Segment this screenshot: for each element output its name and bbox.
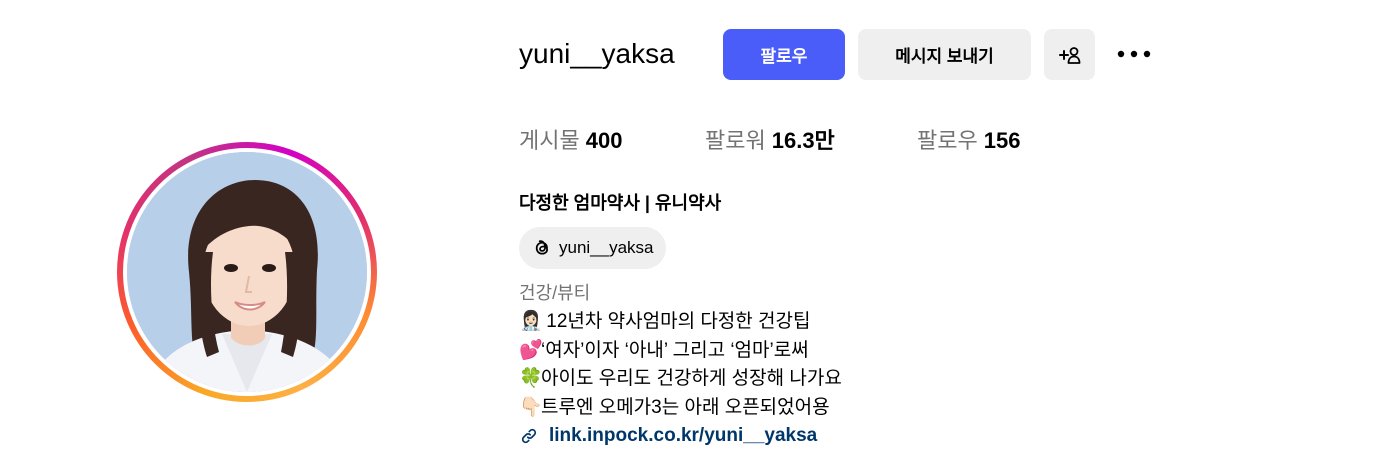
profile-username: yuni__yaksa [519, 38, 675, 69]
follow-button[interactable]: 팔로우 [723, 29, 845, 80]
four-leaf-clover-emoji: 🍀 [519, 368, 543, 389]
more-horizontal-icon [1117, 50, 1151, 58]
bio-line: 🍀아이도 우리도 건강하게 성장해 나가요 [519, 366, 842, 392]
profile-avatar-story-ring[interactable] [117, 142, 377, 402]
followers-count[interactable]: 팔로워 16.3만 [705, 126, 835, 156]
bio-line: 👩🏻‍⚕️ 12년차 약사엄마의 다정한 건강팁 [519, 309, 811, 335]
avatar-ring-gap [123, 148, 371, 396]
more-options-button[interactable] [1112, 39, 1156, 69]
following-value: 156 [983, 128, 1021, 153]
avatar[interactable] [127, 152, 367, 392]
avatar-portrait-image [127, 152, 367, 392]
posts-label: 게시물 [519, 128, 580, 153]
following-label: 팔로우 [917, 128, 978, 153]
suggested-accounts-button[interactable] [1044, 29, 1095, 80]
followers-value: 16.3만 [771, 128, 835, 153]
pointing-down-emoji: 👇🏻 [519, 397, 543, 418]
bio-line-text: 트루엔 오메가3는 아래 오픈되었어용 [541, 397, 830, 418]
pharmacist-emoji: 👩🏻‍⚕️ [519, 311, 543, 332]
bio-link-text[interactable]: link.inpock.co.kr/yuni__yaksa [549, 423, 817, 449]
followers-label: 팔로워 [705, 128, 766, 153]
bio-link[interactable]: link.inpock.co.kr/yuni__yaksa [519, 423, 817, 449]
threads-badge[interactable]: yuni__yaksa [519, 227, 666, 269]
bio-line-text: 아이도 우리도 건강하게 성장해 나가요 [541, 368, 842, 389]
bio-line-text: 12년차 약사엄마의 다정한 건강팁 [541, 311, 811, 332]
posts-count: 게시물 400 [519, 126, 622, 156]
two-hearts-emoji: 💕 [519, 340, 543, 361]
add-person-icon [1058, 46, 1080, 64]
profile-display-name: 다정한 엄마약사 | 유니약사 [519, 193, 722, 213]
bio-line: 👇🏻트루엔 오메가3는 아래 오픈되었어용 [519, 395, 830, 421]
bio-line: 💕‘여자’이자 ‘아내’ 그리고 ‘엄마’로써 [519, 338, 809, 364]
threads-icon [535, 240, 549, 255]
threads-handle: yuni__yaksa [559, 238, 654, 257]
posts-value: 400 [585, 128, 623, 153]
following-count[interactable]: 팔로우 156 [917, 126, 1020, 156]
link-icon [521, 428, 537, 444]
bio-line-text: ‘여자’이자 ‘아내’ 그리고 ‘엄마’로써 [541, 340, 809, 361]
message-button[interactable]: 메시지 보내기 [858, 29, 1031, 80]
profile-category: 건강/뷰티 [519, 283, 591, 303]
